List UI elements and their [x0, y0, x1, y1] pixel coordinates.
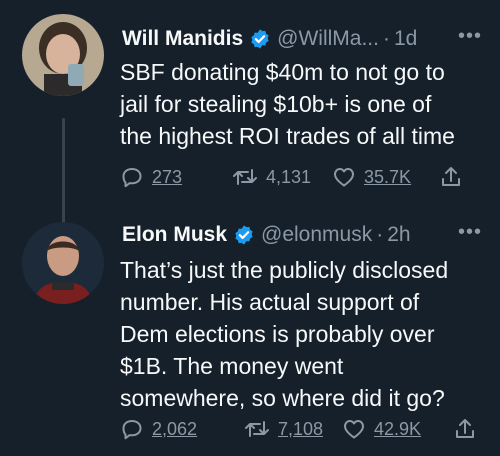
tweet-header: Will Manidis @WillMa... · 1d [122, 24, 417, 54]
timestamp[interactable]: 2h [387, 223, 410, 247]
author-name[interactable]: Will Manidis [122, 27, 243, 51]
avatar-elon-musk[interactable] [22, 222, 104, 304]
avatar-will-manidis[interactable] [22, 14, 104, 96]
share-icon [440, 165, 462, 189]
share-button[interactable] [454, 417, 476, 441]
retweet-count[interactable]: 7,108 [278, 419, 323, 440]
reply-button[interactable]: 273 [120, 165, 232, 189]
separator-dot: · [382, 27, 390, 50]
like-button[interactable]: 35.7K [332, 165, 440, 189]
author-handle[interactable]: @WillMa... [277, 27, 379, 51]
more-icon[interactable]: ••• [458, 26, 482, 46]
share-button[interactable] [440, 165, 462, 189]
reply-icon [120, 417, 144, 441]
retweet-button[interactable]: 7,108 [244, 417, 342, 441]
retweet-icon [244, 417, 270, 441]
tweet-actions: 273 4,131 35.7K [120, 162, 462, 192]
like-count[interactable]: 35.7K [364, 167, 411, 188]
like-icon [332, 165, 356, 189]
reply-count[interactable]: 273 [152, 167, 182, 188]
reply-count[interactable]: 2,062 [152, 419, 197, 440]
like-button[interactable]: 42.9K [342, 417, 454, 441]
verified-badge-icon [249, 28, 271, 50]
tweet-header: Elon Musk @elonmusk · 2h [122, 220, 411, 250]
tweet-actions: 2,062 7,108 42.9K [120, 414, 476, 444]
reply-button[interactable]: 2,062 [120, 417, 244, 441]
tweet-elon-musk[interactable]: Elon Musk @elonmusk · 2h ••• That’s just… [0, 210, 500, 456]
like-icon [342, 417, 366, 441]
author-name[interactable]: Elon Musk [122, 223, 227, 247]
share-icon [454, 417, 476, 441]
verified-badge-icon [233, 224, 255, 246]
retweet-button[interactable]: 4,131 [232, 165, 332, 189]
reply-icon [120, 165, 144, 189]
like-count[interactable]: 42.9K [374, 419, 421, 440]
retweet-icon [232, 165, 258, 189]
timestamp[interactable]: 1d [394, 27, 417, 51]
more-icon[interactable]: ••• [458, 222, 482, 242]
tweet-text: SBF donating $40m to not go to jail for … [120, 59, 455, 149]
separator-dot: · [376, 223, 384, 246]
tweet-text: That’s just the publicly disclosed numbe… [120, 257, 449, 411]
author-handle[interactable]: @elonmusk [261, 223, 372, 247]
tweet-will-manidis[interactable]: Will Manidis @WillMa... · 1d ••• SBF don… [0, 14, 500, 230]
retweet-count[interactable]: 4,131 [266, 167, 311, 188]
